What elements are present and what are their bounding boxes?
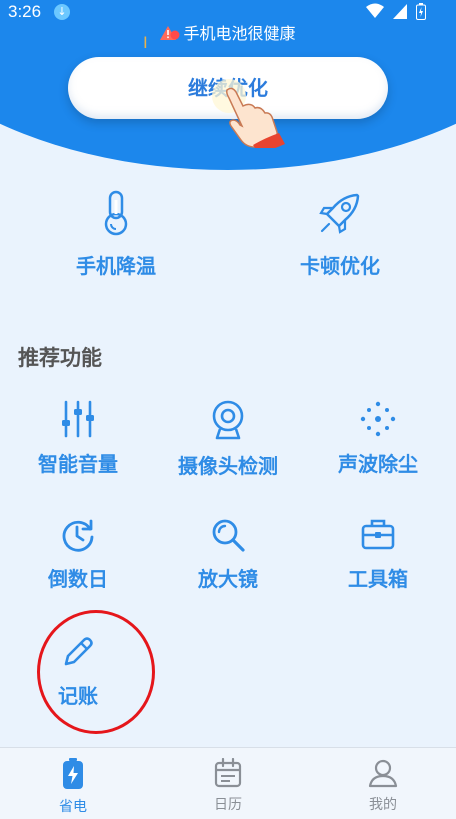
quick-action-lag[interactable]: 卡顿优化 bbox=[270, 190, 410, 279]
quick-action-cooling[interactable]: 手机降温 bbox=[46, 190, 186, 279]
toolbox-icon bbox=[361, 519, 395, 550]
feature-label: 倒数日 bbox=[48, 567, 108, 591]
feature-countdown[interactable]: 倒数日 bbox=[3, 517, 153, 592]
countdown-clock-icon bbox=[62, 519, 94, 552]
tab-profile[interactable]: 我的 bbox=[333, 758, 433, 814]
health-status: 手机电池很健康 bbox=[0, 20, 456, 44]
tab-label: 我的 bbox=[369, 797, 397, 813]
rocket-icon bbox=[319, 193, 360, 234]
tab-label: 日历 bbox=[214, 797, 242, 813]
battery-charge-icon bbox=[63, 758, 83, 789]
tab-calendar[interactable]: 日历 bbox=[178, 758, 278, 814]
feature-label: 智能音量 bbox=[38, 452, 118, 476]
magnifier-icon bbox=[212, 519, 245, 552]
feature-sound-dust[interactable]: 声波除尘 bbox=[303, 400, 453, 477]
webcam-icon bbox=[212, 400, 244, 440]
thermometer-icon bbox=[104, 190, 128, 236]
tab-power-save[interactable]: 省电 bbox=[23, 758, 123, 816]
feature-label: 摄像头检测 bbox=[178, 454, 278, 478]
quick-action-label: 手机降温 bbox=[76, 254, 156, 278]
hero-header: 3:26 ↓ 手机电池很健康 I 继续优化 bbox=[0, 0, 456, 170]
health-text: 手机电池很健康 bbox=[183, 24, 296, 43]
feature-magnifier[interactable]: 放大镜 bbox=[153, 517, 303, 592]
sliders-icon bbox=[62, 400, 94, 438]
download-icon: ↓ bbox=[54, 4, 70, 20]
section-title: 推荐功能 bbox=[18, 346, 102, 370]
tab-label: 省电 bbox=[59, 799, 87, 815]
bottom-tab-bar: 省电 日历 我的 bbox=[0, 747, 456, 819]
text-cursor-icon: I bbox=[143, 33, 148, 52]
quick-action-label: 卡顿优化 bbox=[300, 254, 380, 278]
feature-label: 放大镜 bbox=[198, 567, 258, 591]
highlight-circle bbox=[37, 610, 155, 734]
feature-toolbox[interactable]: 工具箱 bbox=[303, 517, 453, 592]
signal-icon bbox=[392, 4, 407, 19]
warning-icon bbox=[160, 26, 180, 40]
feature-label: 声波除尘 bbox=[338, 452, 418, 476]
dust-dots-icon bbox=[360, 401, 396, 437]
calendar-icon bbox=[214, 758, 242, 788]
user-icon bbox=[368, 759, 398, 788]
wifi-icon bbox=[365, 3, 384, 18]
status-time: 3:26 bbox=[8, 2, 42, 21]
pointing-hand-icon bbox=[212, 79, 285, 148]
feature-smart-volume[interactable]: 智能音量 bbox=[3, 400, 153, 477]
feature-camera-detect[interactable]: 摄像头检测 bbox=[153, 400, 303, 479]
feature-label: 工具箱 bbox=[348, 567, 408, 591]
battery-icon bbox=[416, 3, 426, 20]
